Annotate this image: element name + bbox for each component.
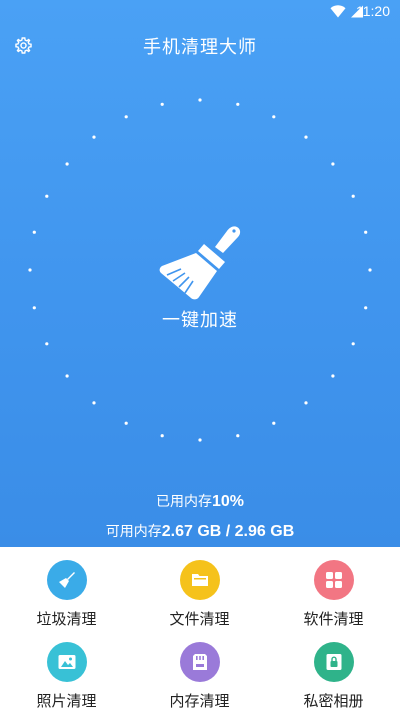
dial-dot bbox=[351, 194, 355, 198]
tool-photo-clean[interactable]: 照片清理 bbox=[0, 629, 133, 711]
tool-icon-circle bbox=[47, 642, 87, 682]
used-memory: 已用内存10% bbox=[0, 491, 400, 511]
memory-card-icon bbox=[193, 654, 207, 670]
tool-label: 私密相册 bbox=[303, 692, 364, 710]
tool-label: 垃圾清理 bbox=[36, 610, 97, 628]
dial-dot bbox=[364, 230, 368, 234]
wifi-icon bbox=[330, 5, 346, 18]
status-time: 11:20 bbox=[356, 3, 390, 19]
app-title: 手机清理大师 bbox=[143, 37, 257, 58]
dial-dot bbox=[331, 162, 335, 166]
tool-icon-circle bbox=[47, 560, 87, 600]
dial-dot bbox=[272, 115, 276, 119]
available-memory-label: 可用内存 bbox=[105, 524, 162, 540]
one-key-boost-button[interactable]: 一键加速 bbox=[120, 200, 280, 340]
dial-dot bbox=[351, 342, 355, 346]
brush-icon bbox=[159, 226, 241, 300]
dial-dot bbox=[45, 342, 49, 346]
apps-icon bbox=[326, 572, 342, 588]
tool-label: 软件清理 bbox=[303, 610, 364, 628]
dial-dot bbox=[198, 438, 202, 442]
dial-dot bbox=[124, 421, 128, 425]
broom-icon bbox=[59, 572, 75, 588]
tool-file-clean[interactable]: 文件清理 bbox=[133, 547, 266, 629]
dial-dot bbox=[304, 135, 308, 139]
tool-app-clean[interactable]: 软件清理 bbox=[267, 547, 400, 629]
dial-dot bbox=[92, 401, 96, 405]
lock-album-icon bbox=[326, 654, 342, 670]
dial-dot bbox=[92, 135, 96, 139]
main-panel: 11:20 手机清理大师 一键加速 已用内存10% 可用内存2.67 GB / … bbox=[0, 0, 400, 547]
used-memory-value: 10% bbox=[211, 493, 245, 510]
dial-dot bbox=[331, 374, 335, 378]
folder-icon bbox=[192, 574, 208, 586]
dial-dot bbox=[272, 421, 276, 425]
dial-dot bbox=[32, 230, 36, 234]
dial-dot bbox=[364, 306, 368, 310]
dial-dot bbox=[160, 434, 164, 438]
status-bar: 11:20 bbox=[0, 0, 400, 24]
dial-dot bbox=[45, 194, 49, 198]
dial-dot bbox=[65, 374, 69, 378]
dial-dot bbox=[236, 102, 240, 106]
tool-icon-circle bbox=[180, 642, 220, 682]
tool-label: 文件清理 bbox=[169, 610, 230, 628]
dial-dot bbox=[124, 115, 128, 119]
dial-dot bbox=[304, 401, 308, 405]
tool-label: 内存清理 bbox=[169, 692, 230, 710]
boost-label: 一键加速 bbox=[162, 310, 238, 331]
tool-label: 照片清理 bbox=[36, 692, 97, 710]
dial-dot bbox=[65, 162, 69, 166]
dial-dot bbox=[28, 268, 32, 272]
available-memory: 可用内存2.67 GB / 2.96 GB bbox=[0, 521, 400, 541]
photo-icon bbox=[58, 655, 76, 669]
dial-dot bbox=[236, 434, 240, 438]
tool-memory-clean[interactable]: 内存清理 bbox=[133, 629, 266, 711]
tool-junk-clean[interactable]: 垃圾清理 bbox=[0, 547, 133, 629]
tool-icon-circle bbox=[314, 642, 354, 682]
dial-dot bbox=[368, 268, 372, 272]
dial-dot bbox=[160, 102, 164, 106]
dial-dot bbox=[198, 98, 202, 102]
tool-private-album[interactable]: 私密相册 bbox=[267, 629, 400, 711]
tools-grid: 垃圾清理 文件清理 软件清理 照片清理 内存清理 私密相册 bbox=[0, 547, 400, 711]
tool-icon-circle bbox=[314, 560, 354, 600]
dial-dot bbox=[32, 306, 36, 310]
available-memory-value: 2.67 GB / 2.96 GB bbox=[161, 523, 295, 540]
tool-icon-circle bbox=[180, 560, 220, 600]
used-memory-label: 已用内存 bbox=[155, 494, 212, 510]
